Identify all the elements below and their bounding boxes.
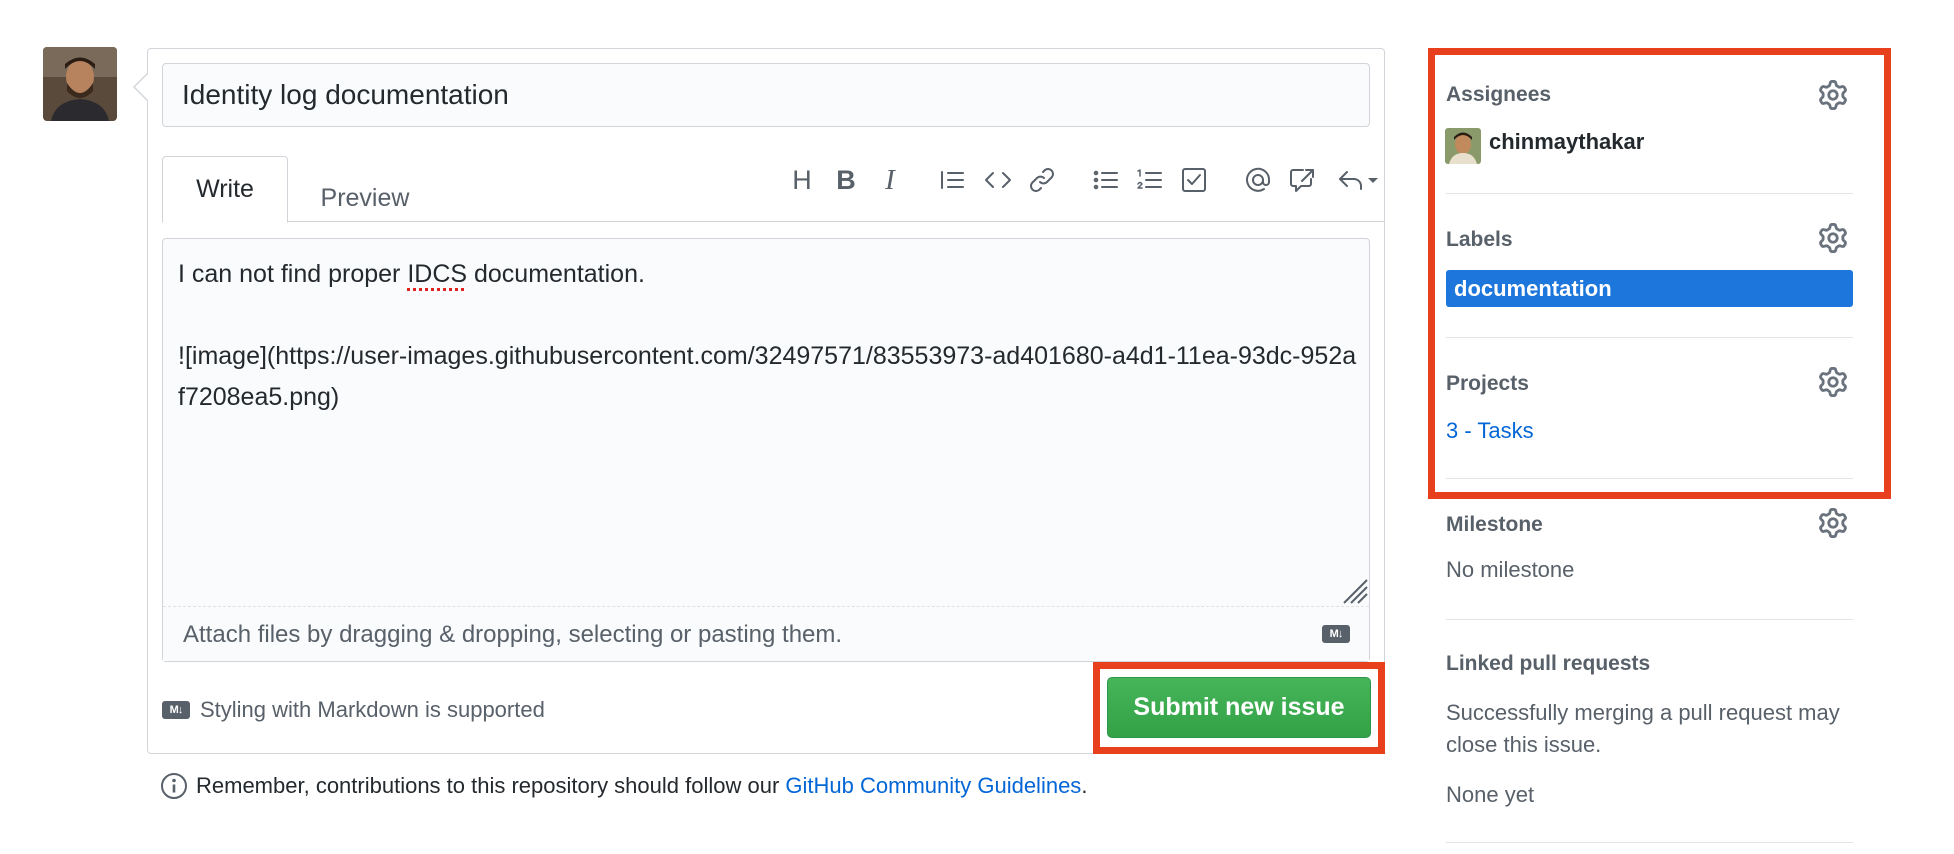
bold-icon[interactable]: B	[826, 160, 866, 200]
link-icon[interactable]	[1022, 160, 1062, 200]
milestone-heading[interactable]: Milestone	[1446, 513, 1543, 537]
guidelines-prefix: Remember, contributions to this reposito…	[196, 773, 786, 798]
reference-icon[interactable]	[1282, 160, 1322, 200]
project-link[interactable]: 3 - Tasks	[1446, 418, 1534, 444]
linked-prs-description: Successfully merging a pull request may …	[1446, 700, 1840, 757]
heading-icon[interactable]: H	[782, 160, 822, 200]
reply-icon[interactable]	[1328, 160, 1388, 200]
projects-gear-icon[interactable]	[1818, 367, 1848, 397]
sidebar-divider	[1446, 842, 1853, 843]
assignee-username[interactable]: chinmaythakar	[1489, 129, 1644, 155]
spellcheck-flagged-word: IDCS	[407, 260, 468, 288]
markdown-note-text: Styling with Markdown is supported	[200, 697, 545, 722]
body-line-1-end: documentation.	[467, 260, 645, 288]
code-icon[interactable]	[978, 160, 1018, 200]
markdown-icon: M↓	[162, 701, 190, 719]
tab-preview[interactable]: Preview	[296, 156, 434, 222]
markdown-icon: M↓	[1322, 625, 1350, 643]
tab-write[interactable]: Write	[162, 156, 288, 223]
sidebar-divider	[1446, 337, 1853, 338]
body-image-markdown: ![image](https://user-images.githubuserc…	[178, 342, 1357, 411]
milestone-value: No milestone	[1446, 557, 1575, 582]
info-icon	[161, 773, 187, 799]
quote-icon[interactable]	[932, 160, 972, 200]
milestone-gear-icon[interactable]	[1818, 508, 1848, 538]
linked-prs-value: None yet	[1446, 782, 1535, 807]
labels-heading[interactable]: Labels	[1446, 228, 1513, 252]
guidelines-suffix: .	[1081, 773, 1088, 798]
community-guidelines-link[interactable]: GitHub Community Guidelines	[785, 773, 1081, 798]
body-line-1-start: I can not find proper	[178, 260, 408, 288]
resize-handle-icon[interactable]	[1340, 576, 1368, 604]
sidebar-divider	[1446, 619, 1853, 620]
bold-glyph: B	[836, 164, 856, 195]
linked-prs-heading: Linked pull requests	[1446, 652, 1651, 675]
italic-glyph: I	[885, 163, 895, 196]
task-list-icon[interactable]	[1174, 160, 1214, 200]
heading-glyph: H	[792, 164, 812, 195]
numbered-list-icon[interactable]	[1130, 160, 1170, 200]
issue-body-text[interactable]: I can not find proper IDCS documentation…	[178, 254, 1358, 418]
bulleted-list-icon[interactable]	[1086, 160, 1126, 200]
attach-files-hint[interactable]: Attach files by dragging & dropping, sel…	[183, 621, 842, 649]
markdown-support-note[interactable]: M↓ Styling with Markdown is supported	[162, 697, 545, 723]
labels-gear-icon[interactable]	[1818, 223, 1848, 253]
contribution-guidelines-note: Remember, contributions to this reposito…	[160, 772, 1087, 800]
issue-title-input[interactable]	[162, 63, 1370, 127]
chevron-down-icon	[1368, 178, 1378, 183]
label-documentation[interactable]: documentation	[1446, 270, 1853, 307]
comment-caret-fill	[135, 74, 148, 100]
italic-icon[interactable]: I	[870, 160, 910, 200]
sidebar-divider	[1446, 193, 1853, 194]
assignee-avatar[interactable]	[1445, 128, 1481, 164]
mention-icon[interactable]	[1238, 160, 1278, 200]
submit-new-issue-button[interactable]: Submit new issue	[1107, 677, 1371, 738]
assignees-heading[interactable]: Assignees	[1446, 83, 1551, 107]
author-avatar[interactable]	[43, 47, 117, 121]
assignees-gear-icon[interactable]	[1818, 80, 1848, 110]
projects-heading[interactable]: Projects	[1446, 372, 1529, 396]
sidebar-divider	[1446, 478, 1853, 479]
